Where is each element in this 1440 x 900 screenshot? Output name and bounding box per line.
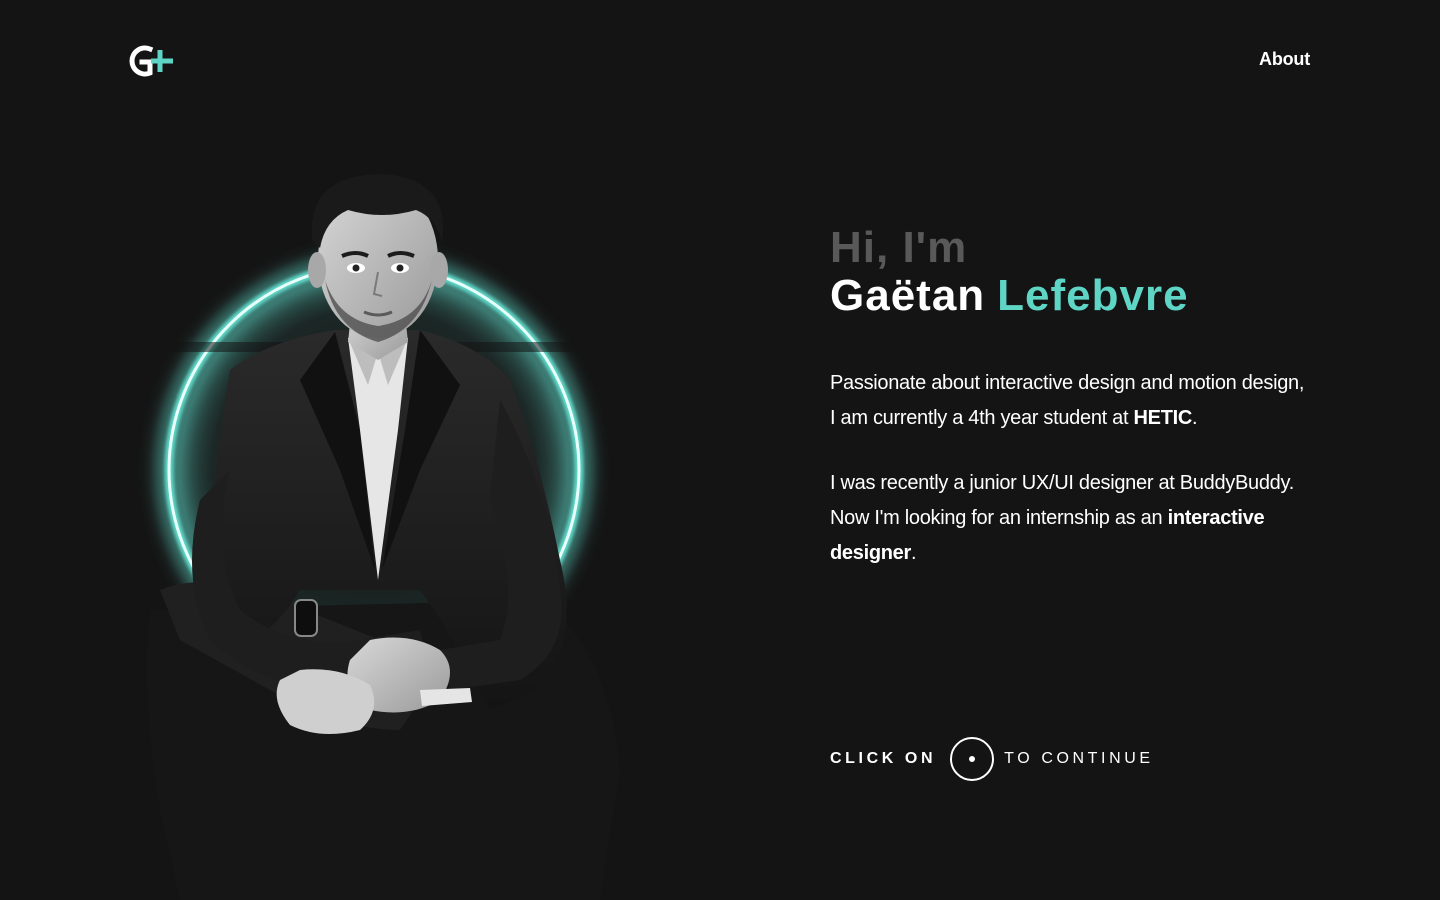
- intro-section: Hi, I'm Gaëtan Lefebvre Passionate about …: [830, 222, 1310, 571]
- school-name: HETIC: [1133, 407, 1193, 429]
- para1-end: .: [1192, 407, 1198, 429]
- logo-home-link[interactable]: [128, 42, 176, 80]
- intro-paragraph-2: I was recently a junior UX/UI designer a…: [830, 466, 1310, 571]
- last-name: Lefebvre: [997, 271, 1189, 320]
- cta-click-on-label: CLICK ON: [830, 750, 937, 767]
- continue-cta: CLICK ON TO CONTINUE: [830, 736, 1154, 782]
- name-heading: Gaëtan Lefebvre: [830, 270, 1310, 332]
- continue-button[interactable]: [950, 737, 995, 781]
- circle-dot-icon: [969, 756, 976, 762]
- cta-continue-label: TO CONTINUE: [1004, 750, 1154, 767]
- nav-about-link[interactable]: About: [1259, 49, 1310, 70]
- first-name: Gaëtan: [830, 271, 986, 320]
- intro-paragraph-1: Passionate about interactive design and …: [830, 366, 1310, 436]
- portrait-photo: [120, 170, 640, 900]
- greeting-heading: Hi, I'm: [830, 223, 968, 272]
- para2-end: .: [910, 542, 917, 564]
- para1-text: Passionate about interactive design and …: [830, 372, 1305, 429]
- g-plus-logo-icon: [129, 45, 173, 77]
